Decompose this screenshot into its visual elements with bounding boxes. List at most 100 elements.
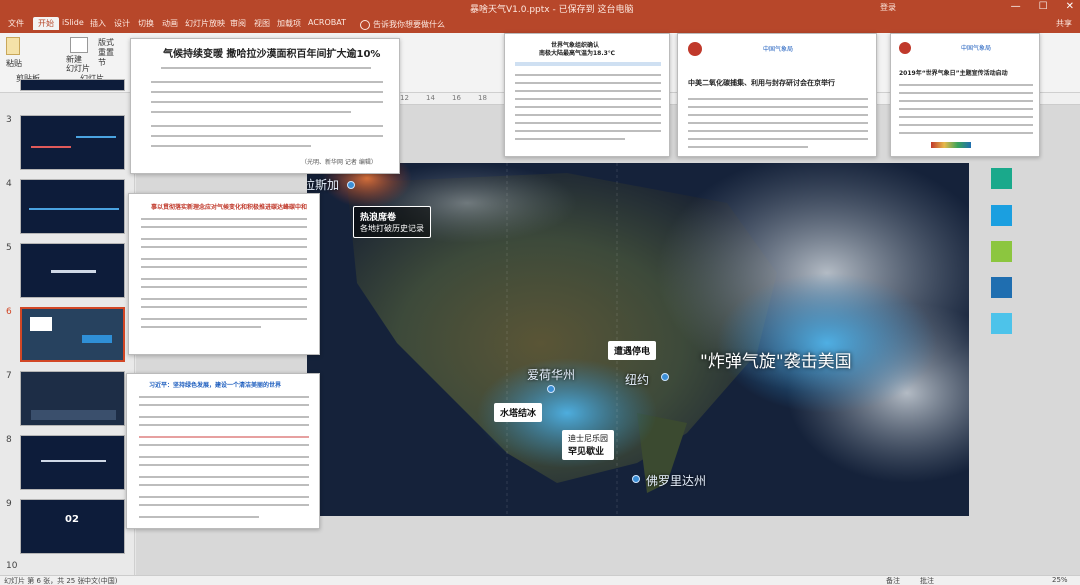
callout-power-outage[interactable]: 遭遇停电 xyxy=(608,341,657,360)
emblem-icon xyxy=(899,42,911,54)
tab-view[interactable]: 视图 xyxy=(254,18,270,29)
text-line xyxy=(899,84,1033,86)
paste-button[interactable]: 粘贴 xyxy=(6,58,22,69)
tab-slideshow[interactable]: 幻灯片放映 xyxy=(185,18,225,29)
color-swatch-light-blue[interactable] xyxy=(991,313,1012,334)
text-line xyxy=(139,464,309,466)
slide-canvas[interactable]: 12 14 16 18 20 22 24 26 28 30 32 34 36 3… xyxy=(126,33,1080,575)
map-marker-florida[interactable] xyxy=(632,475,640,483)
map-marker-iowa[interactable] xyxy=(547,385,555,393)
slide-thumbnail-4[interactable] xyxy=(20,179,125,234)
text-line xyxy=(141,326,261,328)
text-line xyxy=(515,62,661,66)
tab-review[interactable]: 审阅 xyxy=(230,18,246,29)
callout-disney-closed[interactable]: 迪士尼乐园 罕见歇业 xyxy=(562,430,614,460)
callout-disney-subtitle: 迪士尼乐园 xyxy=(568,434,608,443)
section-button[interactable]: 节 xyxy=(98,57,106,68)
text-line xyxy=(161,67,371,69)
text-line xyxy=(151,145,311,147)
text-line xyxy=(141,278,307,280)
text-line xyxy=(515,130,661,132)
news-clipping-sahara[interactable]: 气候持续变暖 撒哈拉沙漠面积百年间扩大逾10% （光明、新华网 记者 编辑） xyxy=(130,38,400,174)
color-swatch-sky-blue[interactable] xyxy=(991,205,1012,226)
tab-file[interactable]: 文件 xyxy=(8,18,24,29)
ruler-tick: 14 xyxy=(426,94,435,102)
tab-animations[interactable]: 动画 xyxy=(162,18,178,29)
text-line xyxy=(151,101,383,103)
notes-button[interactable]: 备注 xyxy=(886,576,900,585)
text-line xyxy=(151,111,351,113)
section-number: 02 xyxy=(65,514,79,525)
slide-counter: 幻灯片 第 6 张，共 25 张 xyxy=(4,577,85,585)
new-slide-icon[interactable] xyxy=(70,37,88,53)
emblem-icon xyxy=(688,42,702,56)
news-clipping-climate-policy[interactable]: 事以贯彻落实新理念应对气候变化和积极推进碳达峰碳中和 xyxy=(128,193,320,355)
ruler-tick: 18 xyxy=(478,94,487,102)
maximize-button[interactable]: ☐ xyxy=(1039,1,1048,12)
text-line xyxy=(899,92,1033,94)
slide-6-map[interactable]: 阿拉斯加 热浪席卷 各地打破历史记录 爱荷华州 纽约 佛罗里达州 遭遇停电 水塔… xyxy=(307,163,969,516)
window-controls: — ☐ ✕ xyxy=(1011,1,1074,12)
news-clipping-antarctica[interactable]: 世界气象组织确认 南极大陆最高气温为18.3℃ xyxy=(504,33,670,157)
tab-transitions[interactable]: 切换 xyxy=(138,18,154,29)
clipping-title: 2019年“世界气象日”主题宣传活动启动 xyxy=(899,70,1008,77)
color-swatch-teal[interactable] xyxy=(991,168,1012,189)
storm-preview xyxy=(82,335,112,343)
comments-button[interactable]: 批注 xyxy=(920,576,934,585)
text-line xyxy=(139,416,309,418)
callout-heatwave[interactable]: 热浪席卷 各地打破历史记录 xyxy=(353,206,431,238)
map-marker-newyork[interactable] xyxy=(661,373,669,381)
text-line xyxy=(899,124,1033,126)
clipping-title-line2: 南极大陆最高气温为18.3℃ xyxy=(539,50,616,57)
text-line xyxy=(139,436,309,438)
map-marker-alaska[interactable] xyxy=(347,181,355,189)
color-swatch-green[interactable] xyxy=(991,241,1012,262)
text-line xyxy=(688,98,868,100)
text-line xyxy=(899,100,1033,102)
slide-thumbnail-2[interactable] xyxy=(20,79,125,91)
clipping-title: 习近平：坚持绿色发展，建设一个清洁美丽的世界 xyxy=(149,382,282,389)
text-line xyxy=(515,74,661,76)
text-line xyxy=(899,132,1033,134)
share-button[interactable]: 共享 xyxy=(1056,18,1072,29)
close-button[interactable]: ✕ xyxy=(1066,1,1074,12)
color-strip xyxy=(931,142,971,148)
tell-me-search[interactable]: 告诉我你想要做什么 xyxy=(360,19,445,30)
news-clipping-green-development[interactable]: 习近平：坚持绿色发展，建设一个清洁美丽的世界 xyxy=(126,373,320,529)
slide-thumbnail-9[interactable]: 02 xyxy=(20,499,125,554)
search-placeholder: 告诉我你想要做什么 xyxy=(373,20,445,29)
paste-icon[interactable] xyxy=(6,37,20,55)
language-indicator[interactable]: 中文(中国) xyxy=(84,576,117,585)
text-line xyxy=(151,91,383,93)
text-line xyxy=(139,404,309,406)
slide-headline: "炸弹气旋"袭击美国 xyxy=(700,352,852,372)
news-clipping-ccus[interactable]: 中国气象局 中美二氧化碳捕集、利用与封存研讨会在京举行 xyxy=(677,33,877,157)
slide-thumbnail-8[interactable] xyxy=(20,435,125,490)
callout-water-tower-frozen[interactable]: 水塔结冰 xyxy=(494,403,543,422)
color-swatch-blue[interactable] xyxy=(991,277,1012,298)
tab-addins[interactable]: 加载项 xyxy=(277,18,301,29)
tab-acrobat[interactable]: ACROBAT xyxy=(308,18,346,27)
sign-in-link[interactable]: 登录 xyxy=(880,2,896,13)
text-line xyxy=(139,504,309,506)
news-clipping-meteorological-day[interactable]: 中国气象局 2019年“世界气象日”主题宣传活动启动 xyxy=(890,33,1040,157)
slide-thumbnail-5[interactable] xyxy=(20,243,125,298)
text-line xyxy=(688,106,868,108)
zoom-level[interactable]: 25% xyxy=(1052,576,1068,584)
chart-line xyxy=(76,136,116,138)
tab-islide[interactable]: iSlide xyxy=(62,18,84,27)
clipping-org: 中国气象局 xyxy=(763,46,794,53)
label-florida: 佛罗里达州 xyxy=(646,474,707,488)
ruler-tick: 16 xyxy=(452,94,461,102)
slide-thumbnail-3[interactable] xyxy=(20,115,125,170)
text-line xyxy=(515,138,625,140)
tab-design[interactable]: 设计 xyxy=(114,18,130,29)
tab-home[interactable]: 开始 xyxy=(33,17,59,30)
clipping-title: 中美二氧化碳捕集、利用与封存研讨会在京举行 xyxy=(688,79,835,87)
tab-insert[interactable]: 插入 xyxy=(90,18,106,29)
title-line xyxy=(41,460,106,462)
slide-thumbnail-7[interactable] xyxy=(20,371,125,426)
new-slide-button[interactable]: 新建 幻灯片 xyxy=(66,55,90,73)
slide-thumbnail-6[interactable] xyxy=(20,307,125,362)
minimize-button[interactable]: — xyxy=(1011,1,1021,12)
